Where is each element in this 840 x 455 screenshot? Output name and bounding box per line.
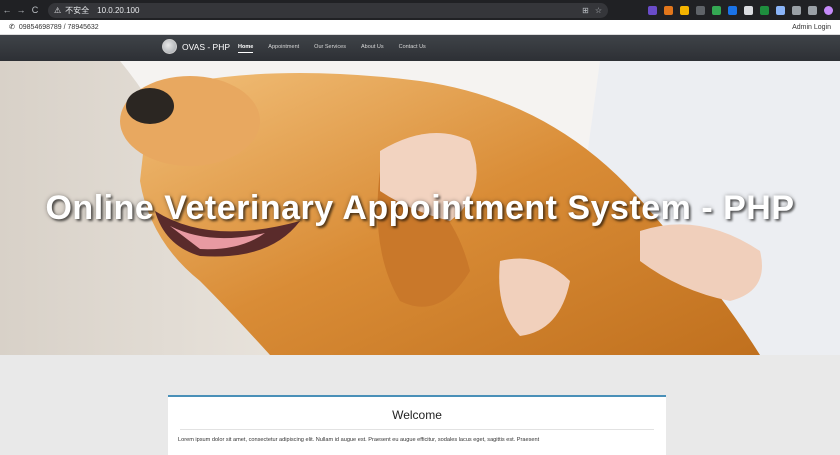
browser-toolbar: ← → C ⚠ 不安全 10.0.20.100 ⊞ ☆: [0, 0, 840, 20]
back-button[interactable]: ←: [0, 5, 14, 15]
security-label: 不安全: [65, 5, 90, 15]
main-content: Welcome Lorem ipsum dolor sit amet, cons…: [0, 355, 840, 455]
welcome-text: Lorem ipsum dolor sit amet, consectetur …: [178, 437, 540, 443]
extension-icon[interactable]: [744, 5, 753, 15]
nav-link-home[interactable]: Home: [238, 44, 254, 53]
forward-button[interactable]: →: [14, 5, 28, 15]
bookmark-star-icon[interactable]: ☆: [595, 6, 602, 15]
profile-avatar[interactable]: [824, 5, 833, 15]
extensions-puzzle-icon[interactable]: [792, 5, 801, 15]
extension-icon[interactable]: [728, 5, 737, 15]
extension-icon[interactable]: [648, 5, 657, 15]
brand-logo: [162, 39, 177, 54]
nav-link-about-us[interactable]: About Us: [361, 44, 384, 50]
hero-banner: Online Veterinary Appointment System - P…: [0, 61, 840, 355]
address-bar[interactable]: ⚠ 不安全 10.0.20.100 ⊞ ☆: [48, 2, 608, 18]
brand-name: OVAS - PHP: [182, 41, 231, 52]
nav-link-contact-us[interactable]: Contact Us: [399, 44, 426, 50]
divider: [180, 429, 654, 430]
reload-button[interactable]: C: [28, 5, 42, 15]
brand[interactable]: OVAS - PHP: [162, 39, 230, 54]
welcome-title: Welcome: [392, 408, 442, 422]
translate-icon[interactable]: ⊞: [582, 6, 589, 15]
nav-link-appointment[interactable]: Appointment: [268, 44, 299, 50]
warning-icon: ⚠: [54, 5, 62, 15]
nav-link-our-services[interactable]: Our Services: [314, 44, 346, 50]
url-text[interactable]: 10.0.20.100: [97, 6, 139, 15]
extension-icon[interactable]: [776, 5, 785, 15]
admin-login-link[interactable]: Admin Login: [792, 24, 831, 31]
hero-title: Online Veterinary Appointment System - P…: [45, 189, 795, 227]
extension-icon[interactable]: [712, 5, 721, 15]
phone-icon: ✆: [9, 24, 15, 31]
extension-icon[interactable]: [760, 5, 769, 15]
main-navbar: OVAS - PHP Home Appointment Our Services…: [0, 35, 840, 61]
download-icon[interactable]: [808, 5, 817, 15]
welcome-card: Welcome Lorem ipsum dolor sit amet, cons…: [168, 395, 666, 455]
extension-icon[interactable]: [696, 5, 705, 15]
top-info-bar: ✆ 09854698789 / 78945632 Admin Login: [0, 20, 840, 35]
nav-menu: Home Appointment Our Services About Us C…: [238, 44, 426, 53]
extension-icon[interactable]: [680, 5, 689, 15]
extension-icon[interactable]: [664, 5, 673, 15]
contact-phone: 09854698789 / 78945632: [18, 23, 99, 31]
